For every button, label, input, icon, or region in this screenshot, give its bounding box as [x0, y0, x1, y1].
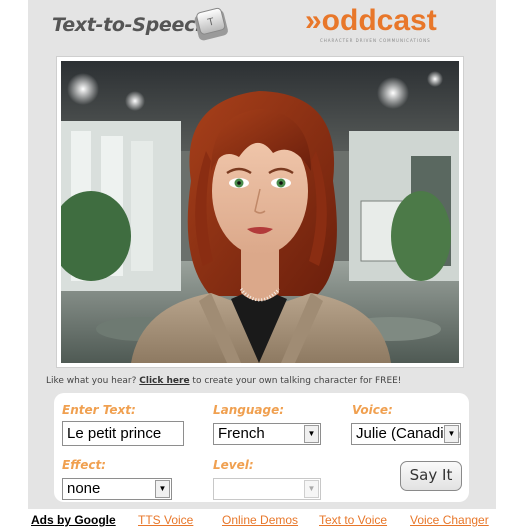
level-label: Level: [213, 458, 254, 472]
text-to-voice-link[interactable]: Text to Voice [319, 513, 387, 527]
talking-character-scene[interactable] [61, 61, 459, 363]
language-select[interactable]: French ▼ [213, 423, 321, 445]
click-here-link[interactable]: Click here [139, 376, 189, 386]
chevron-down-icon[interactable]: ▼ [304, 425, 319, 443]
online-demos-link[interactable]: Online Demos [222, 513, 298, 527]
promo-text: Like what you hear? Click here to create… [46, 376, 402, 386]
language-value: French [218, 425, 265, 442]
ads-by-google-link[interactable]: Ads by Google [31, 513, 116, 527]
voice-label: Voice: [352, 403, 393, 417]
effect-select[interactable]: none ▼ [62, 478, 172, 500]
voice-changer-link[interactable]: Voice Changer [410, 513, 489, 527]
voice-select[interactable]: Julie (Canadian) ▼ [351, 423, 461, 445]
effect-label: Effect: [62, 458, 106, 472]
oddcast-logo[interactable]: »oddcast CHARACTER DRIVEN COMMUNICATIONS [305, 4, 470, 43]
character-frame [57, 57, 463, 367]
logo-wordmark: »oddcast [305, 4, 437, 37]
logo-tagline: CHARACTER DRIVEN COMMUNICATIONS [320, 38, 431, 43]
tts-voice-link[interactable]: TTS Voice [138, 513, 193, 527]
language-label: Language: [213, 403, 285, 417]
chevron-down-icon[interactable]: ▼ [155, 480, 170, 498]
chevron-down-icon: ▼ [304, 480, 319, 498]
enter-text-label: Enter Text: [62, 403, 136, 417]
enter-text-input[interactable]: Le petit prince [62, 421, 184, 446]
level-select: ▼ [213, 478, 321, 500]
effect-value: none [67, 480, 101, 497]
chevron-down-icon[interactable]: ▼ [444, 425, 459, 443]
say-it-button[interactable]: Say It [400, 461, 462, 491]
app-title: Text-to-Speech [52, 14, 209, 36]
